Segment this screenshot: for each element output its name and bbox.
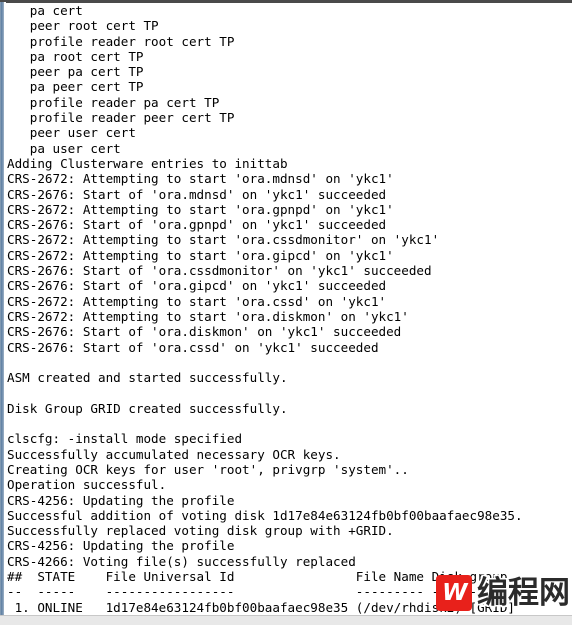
terminal-line: CRS-4266: Voting file(s) successfully re… bbox=[7, 553, 356, 569]
terminal-line: profile reader pa cert TP bbox=[7, 94, 220, 110]
terminal-line: peer pa cert TP bbox=[7, 64, 144, 80]
brand-name-text: 编程网 bbox=[477, 574, 570, 611]
terminal-line: Disk Group GRID created successfully. bbox=[7, 400, 288, 416]
terminal-line: CRS-2672: Attempting to start 'ora.diskm… bbox=[7, 308, 409, 324]
brand-mark-icon: W bbox=[436, 575, 472, 611]
terminal-line: CRS-2676: Start of 'ora.gpnpd' on 'ykc1'… bbox=[7, 217, 387, 233]
terminal-line: CRS-2672: Attempting to start 'ora.gipcd… bbox=[7, 247, 394, 263]
terminal-line: Successfully replaced voting disk group … bbox=[7, 523, 394, 539]
terminal-output-lines: pa cert peer root cert TP profile reader… bbox=[6, 3, 572, 614]
terminal-line: CRS-2672: Attempting to start 'ora.cssdm… bbox=[7, 232, 440, 248]
terminal-line: profile reader peer cert TP bbox=[7, 110, 235, 126]
terminal-line: CRS-2676: Start of 'ora.cssdmonitor' on … bbox=[7, 263, 432, 279]
terminal-line: Operation successful. bbox=[7, 477, 167, 493]
terminal-line: peer user cert bbox=[7, 125, 136, 141]
terminal-line: Adding Clusterware entries to inittab bbox=[7, 155, 288, 171]
terminal-line: ASM created and started successfully. bbox=[7, 370, 288, 386]
terminal-line: CRS-2676: Start of 'ora.cssd' on 'ykc1' … bbox=[7, 339, 379, 355]
terminal-line: CRS-2676: Start of 'ora.mdnsd' on 'ykc1'… bbox=[7, 186, 387, 202]
terminal-line: CRS-2676: Start of 'ora.gipcd' on 'ykc1'… bbox=[7, 278, 387, 294]
terminal-line: CRS-2672: Attempting to start 'ora.mdnsd… bbox=[7, 171, 394, 187]
terminal-line: peer root cert TP bbox=[7, 18, 159, 34]
terminal-window: pa cert peer root cert TP profile reader… bbox=[0, 0, 572, 625]
terminal-line: pa cert bbox=[7, 3, 83, 18]
terminal-output-screen[interactable]: pa cert peer root cert TP profile reader… bbox=[6, 3, 572, 614]
terminal-line: pa peer cert TP bbox=[7, 79, 144, 95]
terminal-line: pa root cert TP bbox=[7, 48, 144, 64]
terminal-line: CRS-2676: Start of 'ora.diskmon' on 'ykc… bbox=[7, 324, 402, 340]
terminal-line: CRS-4256: Updating the profile bbox=[7, 492, 235, 508]
terminal-line: Successful addition of voting disk 1d17e… bbox=[7, 507, 523, 523]
window-bottom-bar bbox=[0, 615, 572, 625]
terminal-line: CRS-4256: Updating the profile bbox=[7, 538, 235, 554]
terminal-line: clscfg: -install mode specified bbox=[7, 431, 243, 447]
terminal-line: CRS-2672: Attempting to start 'ora.cssd'… bbox=[7, 293, 387, 309]
watermark-logo: W 编程网 bbox=[436, 573, 570, 613]
terminal-line: Successfully accumulated necessary OCR k… bbox=[7, 446, 341, 462]
terminal-line: CRS-2672: Attempting to start 'ora.gpnpd… bbox=[7, 201, 394, 217]
terminal-line: Creating OCR keys for user 'root', privg… bbox=[7, 461, 409, 477]
terminal-line: pa user cert bbox=[7, 140, 121, 156]
terminal-line: profile reader root cert TP bbox=[7, 33, 235, 49]
